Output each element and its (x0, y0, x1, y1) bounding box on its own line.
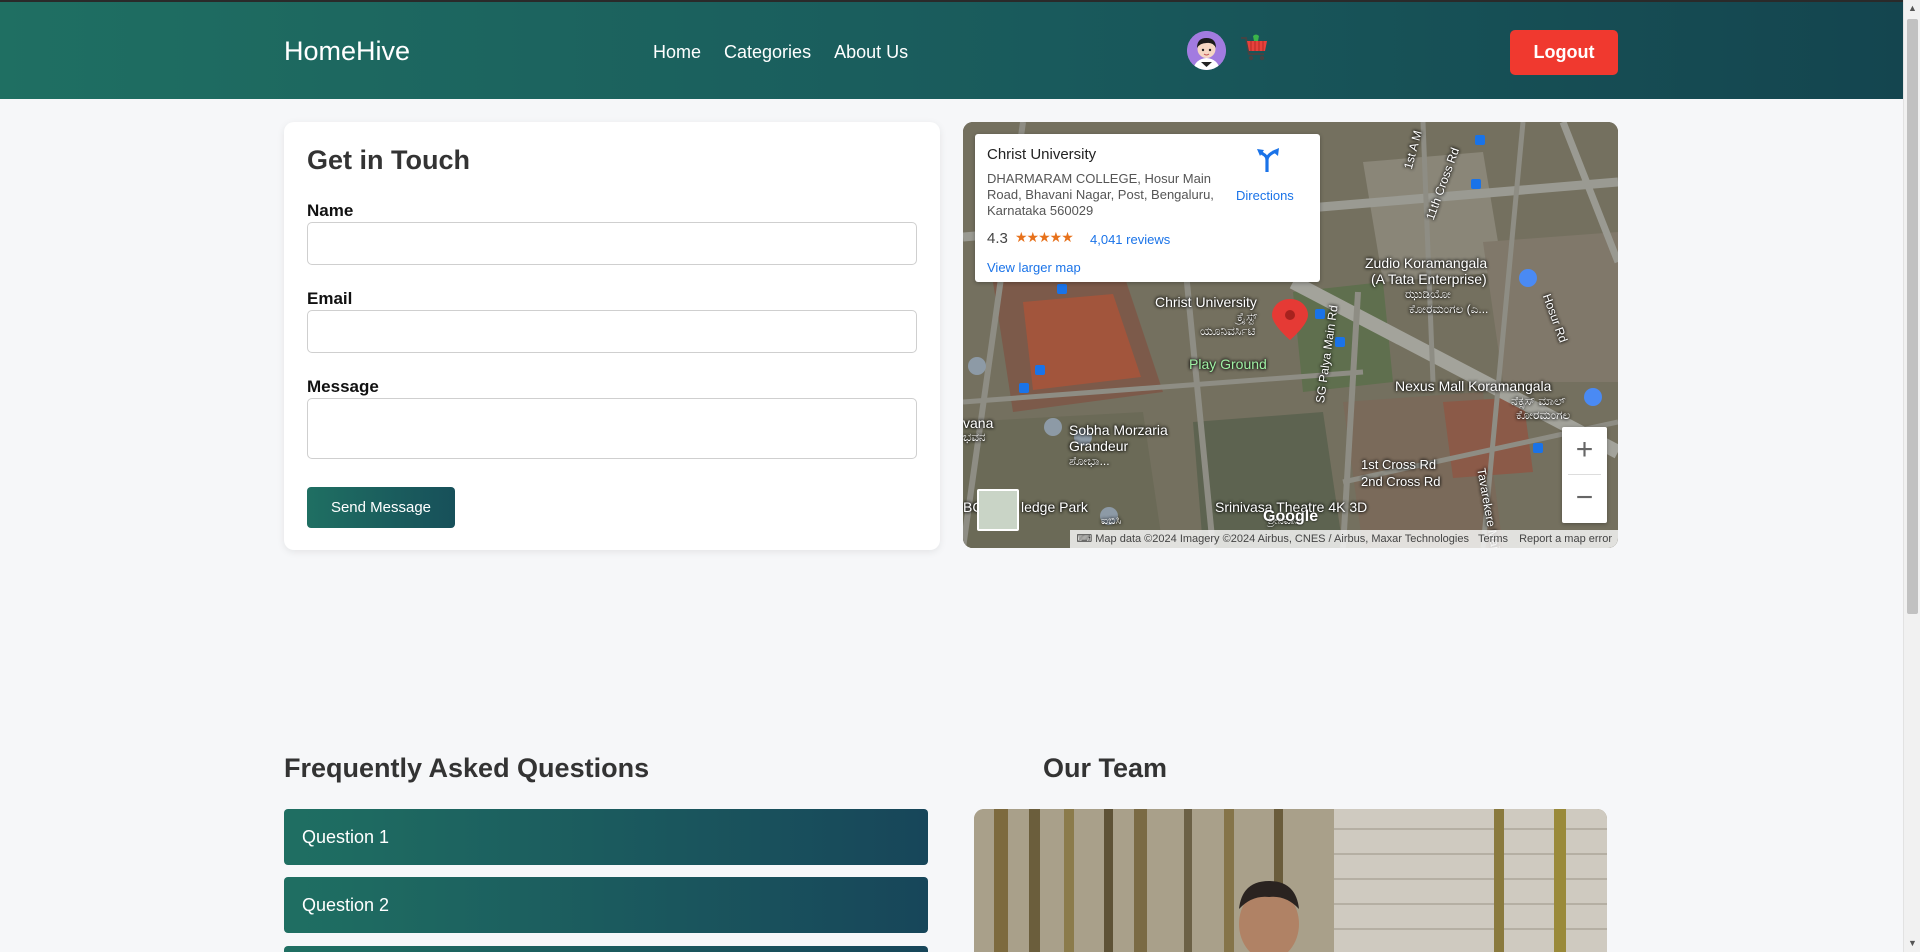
keyboard-shortcuts-icon[interactable]: ⌨ (1076, 533, 1095, 545)
logout-button[interactable]: Logout (1510, 30, 1618, 75)
message-label: Message (307, 377, 379, 396)
user-avatar-icon[interactable] (1187, 31, 1226, 70)
map-label-christ-kn: ಕ್ರೈಸ್ಟ್ (1237, 310, 1258, 324)
name-input[interactable] (307, 222, 917, 265)
nav-categories-link[interactable]: Categories (724, 42, 811, 63)
team-member-photo (974, 809, 1607, 952)
team-title: Our Team (1043, 753, 1168, 783)
map-label-nexus-kn: ನೆಕ್ಸಸ್ ಮಾಲ್ (1511, 394, 1566, 408)
map-label-2nd-cross: 2nd Cross Rd (1361, 474, 1441, 489)
place-info-card: Christ University DHARMARAM COLLEGE, Hos… (975, 134, 1320, 282)
map-label-1st-cross: 1st Cross Rd (1361, 457, 1437, 472)
map-label-edge-kn: ಐಬಿಸಿ (1101, 515, 1122, 527)
contact-form-card: Get in Touch Name Email Message Send Mes… (284, 122, 940, 550)
rating-stars-icon: ★★★★★ (1015, 229, 1074, 245)
faq-question-2[interactable]: Question 2 (284, 877, 928, 933)
contact-title: Get in Touch (307, 145, 470, 175)
report-error-link[interactable]: Report a map error (1519, 533, 1612, 545)
google-logo: Google (1263, 508, 1319, 525)
map-attribution-bar: ⌨ Map data ©2024 Imagery ©2024 Airbus, C… (963, 530, 1618, 548)
map-label-nexus: Nexus Mall Koramangala (1395, 378, 1552, 394)
map-zoom-controls: + − (1562, 427, 1607, 523)
zoom-divider (1568, 474, 1601, 475)
brand-logo[interactable]: HomeHive (284, 36, 410, 67)
place-name: Christ University (987, 146, 1097, 163)
zoom-out-button[interactable]: − (1562, 475, 1607, 523)
map-label-nexus-kn2: ಕೋರಮಂಗಲ (1516, 408, 1571, 422)
faq-question-1[interactable]: Question 1 (284, 809, 928, 865)
directions-link[interactable]: Directions (1236, 188, 1294, 203)
faq-question-3-partial[interactable] (284, 946, 928, 952)
place-rating: 4.3 (987, 230, 1008, 247)
view-larger-map-link[interactable]: View larger map (987, 260, 1081, 275)
map-attribution: ⌨ Map data ©2024 Imagery ©2024 Airbus, C… (1070, 530, 1618, 548)
top-navbar: HomeHive Home Categories About Us Logout (0, 0, 1903, 99)
map-label-christ: Christ University (1155, 294, 1257, 310)
map-label-sobha2: Grandeur (1069, 438, 1129, 454)
send-message-button[interactable]: Send Message (307, 487, 455, 528)
name-label: Name (307, 201, 354, 220)
map-label-zudio: Zudio Koramangala (1365, 255, 1488, 271)
shopping-cart-icon[interactable] (1238, 32, 1270, 64)
map-label-sobha-kn: ಶೋಭಾ... (1069, 454, 1110, 468)
embedded-map[interactable]: Christ University ಕ್ರೈಸ್ಟ್ ಯೂನಿವರ್ಸಿಟಿ P… (963, 122, 1618, 548)
scroll-up-arrow-icon[interactable]: ▲ (1904, 0, 1920, 17)
nav-home-link[interactable]: Home (653, 42, 701, 63)
scroll-thumb[interactable] (1907, 19, 1918, 614)
map-label-edge-park: ledge Park (1021, 499, 1088, 515)
map-label-playground: Play Ground (1189, 356, 1267, 372)
reviews-link[interactable]: 4,041 reviews (1090, 232, 1170, 247)
faq-title: Frequently Asked Questions (284, 753, 650, 783)
map-label-zudio-kn2: ಕೋರಮಂಗಲ (ಎ... (1409, 302, 1489, 316)
vertical-scrollbar[interactable]: ▲ ▼ (1903, 0, 1920, 952)
message-textarea[interactable] (307, 398, 917, 459)
map-label-zudio2: (A Tata Enterprise) (1371, 271, 1487, 287)
map-label-vana: vana (963, 415, 994, 431)
map-label-vana-kn: ಭವನ (963, 430, 986, 444)
directions-icon[interactable] (1255, 146, 1283, 174)
main-nav: Home Categories About Us (653, 42, 908, 63)
nav-about-link[interactable]: About Us (834, 42, 908, 63)
email-input[interactable] (307, 310, 917, 353)
scroll-down-arrow-icon[interactable]: ▼ (1904, 935, 1920, 952)
map-label-christ-kn2: ಯೂನಿವರ್ಸಿಟಿ (1200, 324, 1256, 338)
map-label-sobha: Sobha Morzaria (1069, 422, 1168, 438)
place-address: DHARMARAM COLLEGE, Hosur Main Road, Bhav… (987, 171, 1214, 218)
terms-link[interactable]: Terms (1478, 533, 1508, 545)
email-label: Email (307, 289, 353, 308)
map-label-zudio-kn: ಝುಡಿಯೋ (1405, 287, 1451, 301)
map-data-text: Map data ©2024 Imagery ©2024 Airbus, CNE… (1095, 533, 1469, 545)
map-layer-toggle[interactable] (977, 489, 1019, 531)
zoom-in-button[interactable]: + (1562, 427, 1607, 475)
